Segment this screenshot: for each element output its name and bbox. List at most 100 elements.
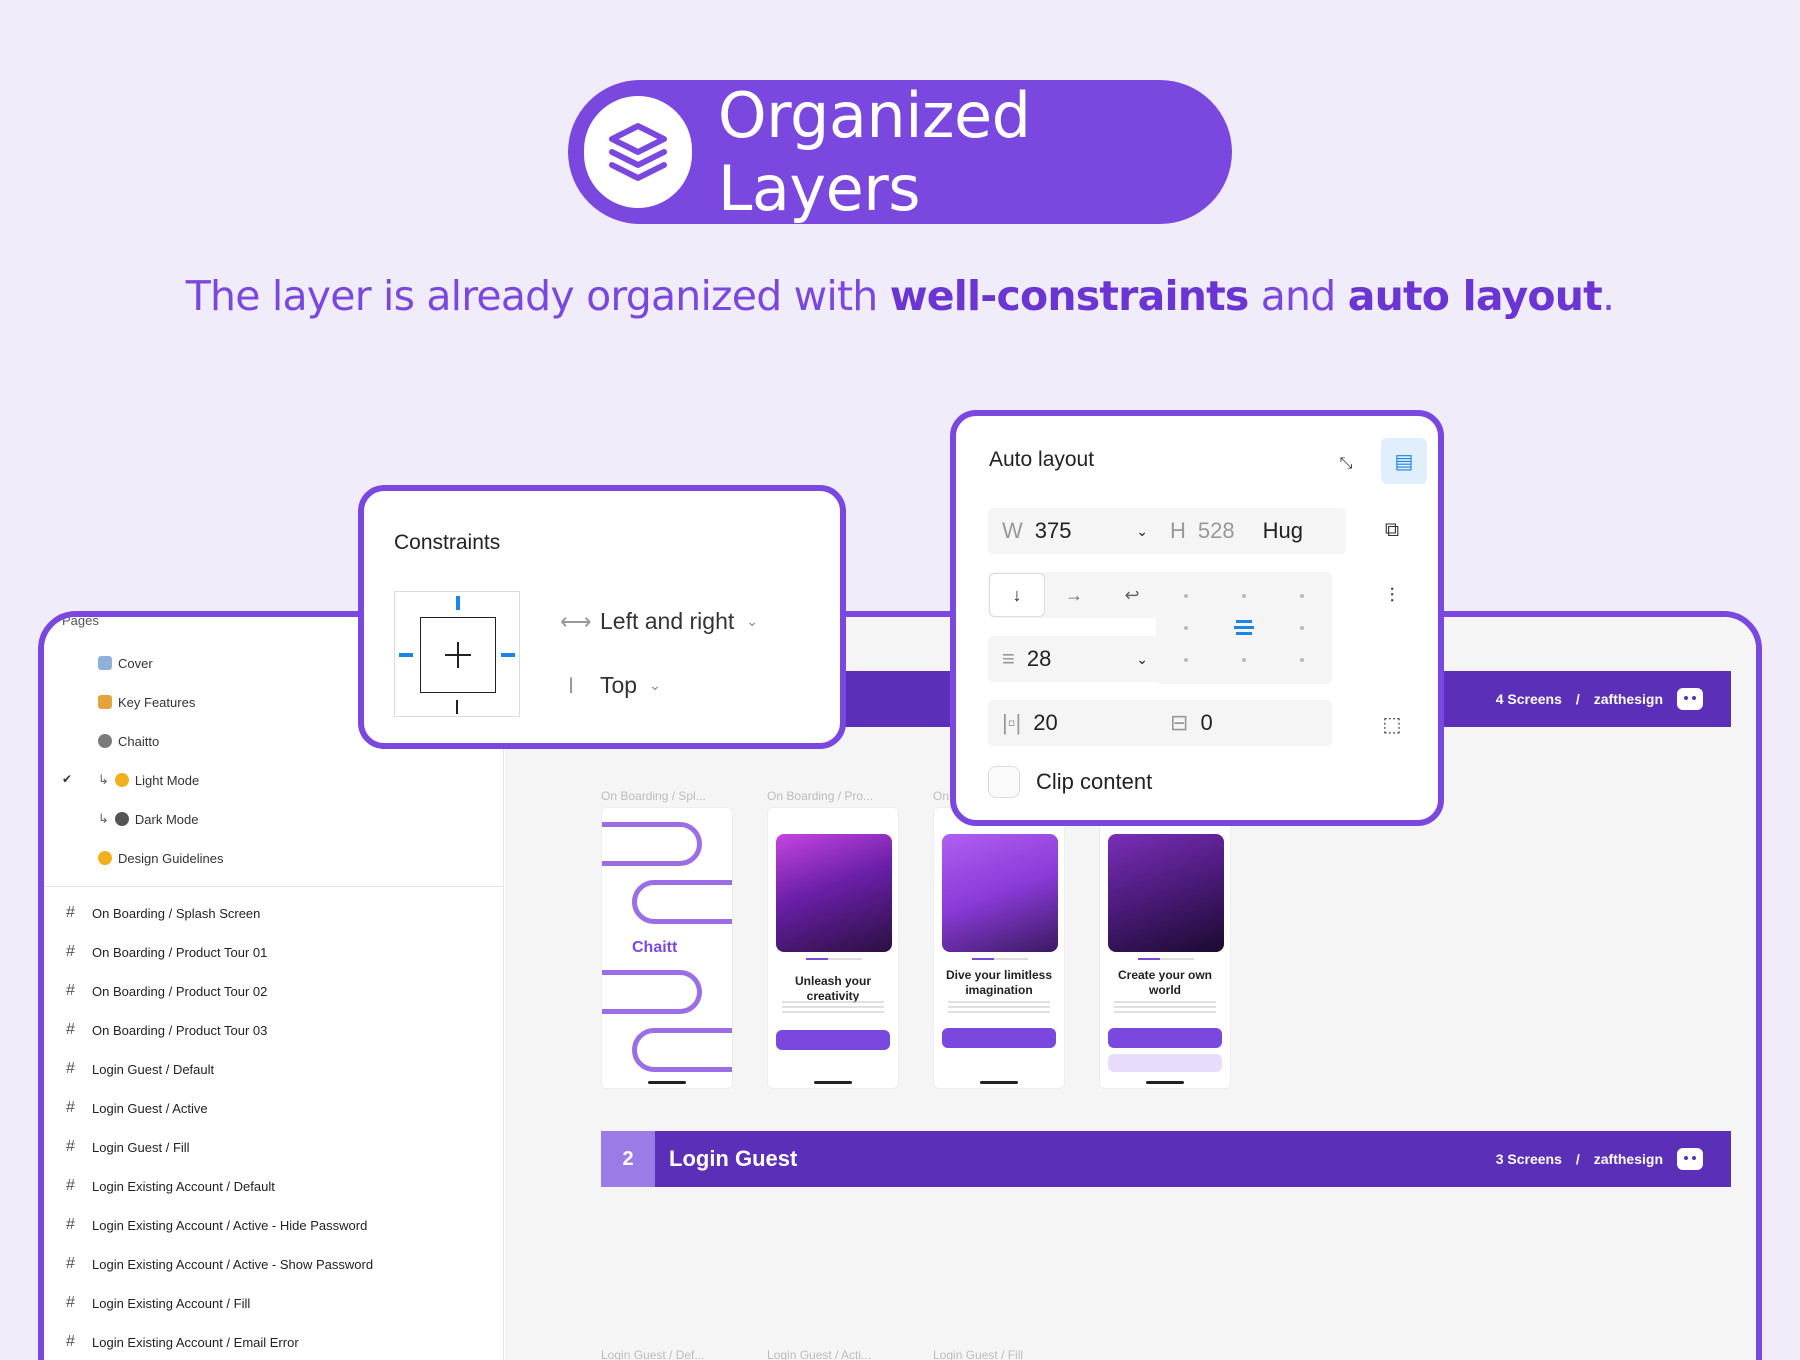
- horizontal-padding-icon: |▫|: [1002, 710, 1022, 735]
- progress-indicator: [1138, 958, 1194, 960]
- horizontal-padding-field[interactable]: |▫| 20: [988, 700, 1164, 746]
- constraint-bottom-marker[interactable]: [456, 700, 458, 714]
- screen-label[interactable]: Login Guest / Fill: [933, 1348, 1023, 1360]
- product-tour-03[interactable]: Create your own world: [1099, 807, 1231, 1089]
- tour-heading: Dive your limitless imagination: [945, 968, 1053, 997]
- chevron-down-icon: ⌄: [649, 677, 661, 693]
- collapse-icon[interactable]: ⤡: [1326, 444, 1366, 484]
- auto-layout-title: Auto layout: [989, 448, 1095, 471]
- vertical-constraint-select[interactable]: I Top ⌄: [560, 672, 661, 699]
- constraint-top-marker[interactable]: [456, 596, 460, 610]
- width-field[interactable]: W 375 ⌄: [988, 508, 1164, 554]
- frame-icon: #: [66, 943, 75, 960]
- frame-icon: #: [66, 1060, 75, 1077]
- horizontal-constraint-value: Left and right: [600, 608, 735, 634]
- screen-label[interactable]: Login Guest / Def...: [601, 1348, 704, 1360]
- clip-content-checkbox[interactable]: [988, 766, 1020, 798]
- page-title: Organized Layers: [717, 79, 1031, 225]
- section-number: 2: [601, 1131, 655, 1187]
- frame-row[interactable]: # Login Existing Account / Default: [66, 1176, 275, 1196]
- page-item-design-guidelines[interactable]: Design Guidelines: [98, 848, 224, 868]
- vertical-padding-value: 0: [1200, 710, 1213, 735]
- status-bar: [602, 808, 732, 820]
- figma-window: Pages Cover Key Features Chaitto ✔ ↳ Lig…: [38, 611, 1762, 1360]
- frame-row[interactable]: # Login Guest / Active: [66, 1098, 208, 1118]
- decor-pill: [632, 1028, 732, 1072]
- page-item-dark-mode[interactable]: ↳ Dark Mode: [98, 809, 198, 829]
- auto-layout-toggle-icon[interactable]: ▤: [1381, 438, 1427, 484]
- screen-label[interactable]: On Boarding / Spl...: [601, 789, 706, 803]
- clip-content-toggle[interactable]: Clip content: [988, 766, 1152, 798]
- frame-icon: #: [66, 1138, 75, 1155]
- banner-separator: /: [1575, 1151, 1580, 1167]
- chevron-down-icon[interactable]: ⌄: [1136, 523, 1148, 540]
- frame-row[interactable]: # Login Existing Account / Email Error: [66, 1332, 299, 1352]
- decor-pill: [602, 822, 702, 866]
- section-banner-login-guest: 2 Login Guest 3 Screens / zafthesign: [601, 1131, 1731, 1187]
- frame-row[interactable]: # Login Guest / Fill: [66, 1137, 190, 1157]
- product-tour-02[interactable]: Dive your limitless imagination: [933, 807, 1065, 1089]
- tour-description: [1114, 1001, 1216, 1015]
- individual-padding-icon[interactable]: ⬚: [1374, 706, 1410, 742]
- splash-screen[interactable]: Chaitt: [601, 807, 733, 1089]
- chevron-down-icon: ⌄: [746, 613, 758, 629]
- pages-label: Pages: [62, 613, 99, 628]
- auto-layout-panel: Auto layout ⤡ ▤ W 375 ⌄ H 528 Hug ⧉ ↓ → …: [950, 410, 1444, 826]
- frame-row[interactable]: # Login Existing Account / Fill: [66, 1293, 250, 1313]
- frame-icon: #: [66, 1255, 75, 1272]
- vertical-constraint-icon: I: [567, 672, 575, 698]
- alignment-grid[interactable]: [1156, 572, 1332, 684]
- settings-sliders-icon[interactable]: ⫶: [1374, 578, 1410, 614]
- vertical-direction-icon[interactable]: ↓: [989, 573, 1045, 617]
- login-button[interactable]: [1108, 1028, 1222, 1048]
- illustration: [776, 834, 892, 952]
- frame-icon: #: [66, 1021, 75, 1038]
- resize-icon[interactable]: ⧉: [1374, 512, 1410, 548]
- title-pill: Organized Layers: [568, 79, 1232, 225]
- page-item-key-features[interactable]: Key Features: [98, 692, 195, 712]
- page-item-chaitto[interactable]: Chaitto: [98, 731, 159, 751]
- constraint-widget[interactable]: [394, 591, 520, 717]
- banner-author: zafthesign: [1593, 1151, 1663, 1167]
- constraint-frame: [420, 617, 496, 693]
- subtitle: The layer is already organized with well…: [185, 272, 1615, 320]
- sun-icon: [114, 773, 129, 787]
- horizontal-constraint-icon: ⟷: [560, 608, 592, 634]
- vertical-padding-field[interactable]: ⊟ 0: [1156, 700, 1332, 746]
- horizontal-direction-icon[interactable]: →: [1045, 585, 1103, 606]
- constraint-right-marker[interactable]: [501, 653, 515, 657]
- width-label: W: [1002, 518, 1023, 543]
- screen-label[interactable]: Login Guest / Acti...: [767, 1348, 871, 1360]
- decor-pill: [632, 880, 732, 924]
- height-field[interactable]: H 528 Hug: [1156, 508, 1346, 554]
- frame-row[interactable]: # Login Existing Account / Active - Hide …: [66, 1215, 367, 1235]
- page-item-cover[interactable]: Cover: [98, 653, 153, 673]
- height-label: H: [1170, 518, 1186, 543]
- tour-heading: Unleash your creativity: [794, 974, 872, 1003]
- continue-button[interactable]: [942, 1028, 1056, 1048]
- frame-row[interactable]: # On Boarding / Product Tour 01: [66, 942, 267, 962]
- page-item-light-mode[interactable]: ↳ Light Mode: [98, 770, 199, 790]
- gap-icon: ≡: [1002, 646, 1015, 671]
- robot-icon: [98, 734, 112, 748]
- frame-row[interactable]: # Login Existing Account / Active - Show …: [66, 1254, 373, 1274]
- login-guest-button[interactable]: [1108, 1054, 1222, 1072]
- screen-label[interactable]: On: [933, 789, 949, 803]
- frame-row[interactable]: # On Boarding / Splash Screen: [66, 903, 260, 923]
- section-title: Login Guest: [669, 1146, 798, 1171]
- horizontal-constraint-select[interactable]: ⟷ Left and right ⌄: [560, 608, 758, 635]
- gap-field[interactable]: ≡ 28 ⌄: [988, 636, 1164, 682]
- frame-row[interactable]: # On Boarding / Product Tour 03: [66, 1020, 267, 1040]
- continue-button[interactable]: [776, 1030, 890, 1050]
- constraint-left-marker[interactable]: [399, 653, 413, 657]
- chevron-down-icon[interactable]: ⌄: [1136, 651, 1148, 668]
- subpage-arrow-icon: ↳: [98, 811, 109, 826]
- frame-icon: #: [66, 1099, 75, 1116]
- frame-row[interactable]: # On Boarding / Product Tour 02: [66, 981, 267, 1001]
- clip-content-label: Clip content: [1036, 769, 1153, 794]
- gap-value: 28: [1026, 646, 1052, 671]
- wrap-direction-icon[interactable]: ↩: [1103, 585, 1161, 606]
- product-tour-01[interactable]: Unleash your creativity: [767, 807, 899, 1089]
- screen-label[interactable]: On Boarding / Pro...: [767, 789, 873, 803]
- frame-row[interactable]: # Login Guest / Default: [66, 1059, 214, 1079]
